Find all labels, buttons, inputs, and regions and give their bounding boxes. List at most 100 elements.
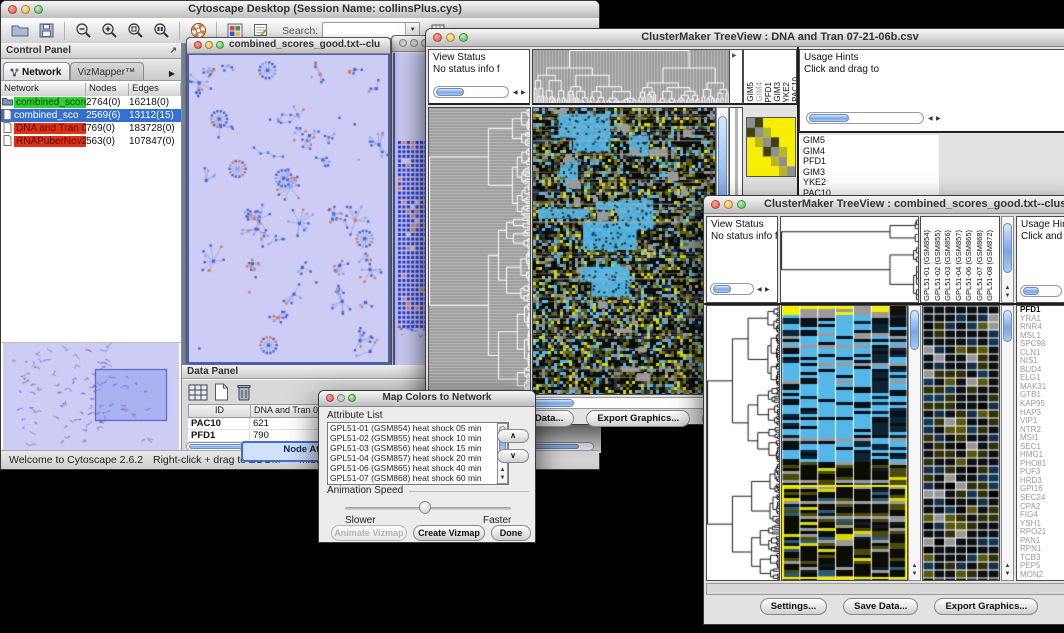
row-label[interactable]: YKE2 <box>799 177 939 188</box>
window-controls[interactable] <box>433 33 468 42</box>
scroll-left-icon[interactable]: ◀ <box>928 115 933 122</box>
scroll-right-icon[interactable]: ▶ <box>521 89 526 96</box>
zoom-button[interactable] <box>34 5 43 14</box>
column-label[interactable]: GPL51-07 (GSM868) <box>975 230 986 301</box>
tv1-status-hscrollbar[interactable] <box>433 86 509 98</box>
tv1-correlation-minimap[interactable] <box>746 117 796 177</box>
column-dendrogram-canvas[interactable] <box>781 217 918 302</box>
move-up-button[interactable]: ∧ <box>497 429 529 443</box>
tv2-usage-hscrollbar[interactable] <box>1020 285 1062 297</box>
scrollbar-thumb[interactable] <box>713 285 731 293</box>
scroll-down-icon[interactable]: ▼ <box>1002 571 1013 578</box>
attribute-item[interactable]: GPL51-06 (GSM865) heat shock 40 min <box>328 463 508 473</box>
close-button[interactable] <box>399 39 407 47</box>
dialog-titlebar[interactable]: Map Colors to Network <box>319 391 535 407</box>
treeview2-titlebar[interactable]: ClusterMaker TreeView : combined_scores_… <box>704 196 1064 214</box>
network-row[interactable]: combined_scores 2764(0) 16218(0) <box>1 96 181 109</box>
tv1-column-dendrogram[interactable] <box>532 49 730 105</box>
attribute-listbox[interactable]: GPL51-01 (GSM854) heat shock 05 minGPL51… <box>327 422 509 485</box>
zoom-in-icon[interactable] <box>96 20 122 42</box>
tv2-heatmap[interactable] <box>781 305 908 581</box>
scroll-left-icon[interactable]: ◀ <box>513 89 518 96</box>
scroll-down-icon[interactable]: ▼ <box>1002 293 1013 300</box>
network-row[interactable]: DNA and Tran 07 769(0) 183728(0) <box>1 122 181 135</box>
create-attribute-icon[interactable] <box>214 383 229 406</box>
tv2-column-dendrogram[interactable] <box>780 216 919 303</box>
row-label[interactable]: GIM3 <box>799 167 939 178</box>
row-label[interactable]: GIM5 <box>799 135 939 146</box>
birdseye-view-canvas[interactable] <box>3 343 179 456</box>
save-session-icon[interactable] <box>33 20 59 42</box>
minimize-button[interactable] <box>724 200 733 209</box>
zoom-button[interactable] <box>737 200 746 209</box>
attribute-item[interactable]: GPL51-02 (GSM855) heat shock 10 min <box>328 433 508 443</box>
close-button[interactable] <box>711 200 720 209</box>
attribute-item[interactable]: GPL51-07 (GSM868) heat shock 60 min <box>328 473 508 483</box>
network-window-1[interactable]: combined_scores_good.txt--cluste... <box>186 37 391 363</box>
network-row[interactable]: combined_sco 2569(6) 13112(15) <box>1 109 181 122</box>
tab-network[interactable]: Network <box>3 62 70 80</box>
tv2-row-dendrogram[interactable] <box>706 305 780 581</box>
zoom-button[interactable] <box>216 41 224 49</box>
column-label[interactable]: GPL51-04 (GSM857) <box>954 230 965 301</box>
tv2-heatmap-vscrollbar[interactable]: ▲ ▼ <box>908 305 921 581</box>
main-titlebar[interactable]: Cytoscape Desktop (Session Name: collins… <box>1 1 599 19</box>
network-row[interactable]: RNAPuberNov2+ 563(0) 107847(0) <box>1 135 181 148</box>
open-session-icon[interactable] <box>7 20 33 42</box>
treeview1-titlebar[interactable]: ClusterMaker TreeView : DNA and Tran 07-… <box>426 29 1064 47</box>
minimize-button[interactable] <box>446 33 455 42</box>
tv1-row-dendrogram[interactable] <box>428 107 531 395</box>
scrollbar-thumb[interactable] <box>1023 287 1039 295</box>
minimize-button[interactable] <box>21 5 30 14</box>
heatmap-canvas[interactable] <box>782 306 907 580</box>
column-label[interactable]: GIM5 <box>746 82 755 102</box>
scroll-up-icon[interactable]: ▲ <box>498 467 507 474</box>
close-button[interactable] <box>194 41 202 49</box>
column-id[interactable]: ID <box>189 405 251 417</box>
animate-vizmap-button[interactable]: Animate Vizmap <box>331 525 407 541</box>
column-label[interactable]: GPL51-08 (GSM872) <box>985 230 996 301</box>
column-label[interactable]: GIM3 <box>773 82 782 102</box>
network-canvas-1[interactable] <box>187 54 390 364</box>
float-panel-icon[interactable]: ↗ <box>169 45 177 56</box>
column-nodes[interactable]: Nodes <box>86 83 129 96</box>
column-label[interactable]: GPL51-01 (GSM854) <box>922 230 933 301</box>
scrollbar-thumb[interactable] <box>436 88 464 96</box>
done-button[interactable]: Done <box>491 525 531 541</box>
scroll-right-icon[interactable]: ▶ <box>765 286 770 293</box>
treeview-button[interactable]: Settings... <box>760 598 827 615</box>
tv1-heatmap[interactable] <box>532 107 716 395</box>
treeview-button[interactable]: Export Graphics... <box>934 598 1038 615</box>
close-button[interactable] <box>433 33 442 42</box>
zoom-out-icon[interactable] <box>70 20 96 42</box>
row-dendrogram-canvas[interactable] <box>429 108 530 394</box>
tab-vizmapper[interactable]: VizMapper™ <box>70 62 144 80</box>
zoom-selected-icon[interactable] <box>122 20 148 42</box>
tv1-usage-hscrollbar[interactable] <box>806 112 924 124</box>
animation-speed-slider-thumb[interactable] <box>419 501 431 514</box>
minimize-button[interactable] <box>205 41 213 49</box>
delete-attribute-icon[interactable] <box>236 383 252 406</box>
scrollbar-thumb[interactable] <box>1003 310 1012 342</box>
minimize-button[interactable] <box>337 394 345 402</box>
column-label[interactable]: GPL51-06 (GSM865) <box>964 230 975 301</box>
row-label[interactable]: PFD1 <box>799 156 939 167</box>
detail-heatmap-canvas[interactable] <box>923 306 999 580</box>
scroll-up-icon[interactable]: ▲ <box>1002 563 1013 570</box>
network-window-1-titlebar[interactable]: combined_scores_good.txt--cluste... <box>187 38 390 54</box>
tv2-labels-vscrollbar[interactable]: ▲ ▼ <box>1001 216 1014 303</box>
heatmap-canvas[interactable] <box>533 108 715 394</box>
row-label[interactable]: GIM4 <box>799 146 939 157</box>
tab-overflow-arrow-icon[interactable]: ▶ <box>169 69 179 80</box>
gene-label[interactable]: MON2 <box>1017 571 1064 580</box>
collapse-arrow-icon[interactable]: ▶ <box>732 52 737 59</box>
tv2-detail-heatmap[interactable] <box>922 305 1000 581</box>
move-down-button[interactable]: ∨ <box>497 449 529 463</box>
create-vizmap-button[interactable]: Create Vizmap <box>413 525 485 541</box>
attribute-item[interactable]: GPL51-01 (GSM854) heat shock 05 min <box>328 423 508 433</box>
scrollbar-thumb[interactable] <box>910 310 919 350</box>
window-controls[interactable] <box>8 5 43 14</box>
scroll-down-icon[interactable]: ▼ <box>909 571 920 578</box>
tv2-detail-vscrollbar[interactable]: ▲ ▼ <box>1001 305 1014 581</box>
scroll-down-icon[interactable]: ▼ <box>498 475 507 482</box>
